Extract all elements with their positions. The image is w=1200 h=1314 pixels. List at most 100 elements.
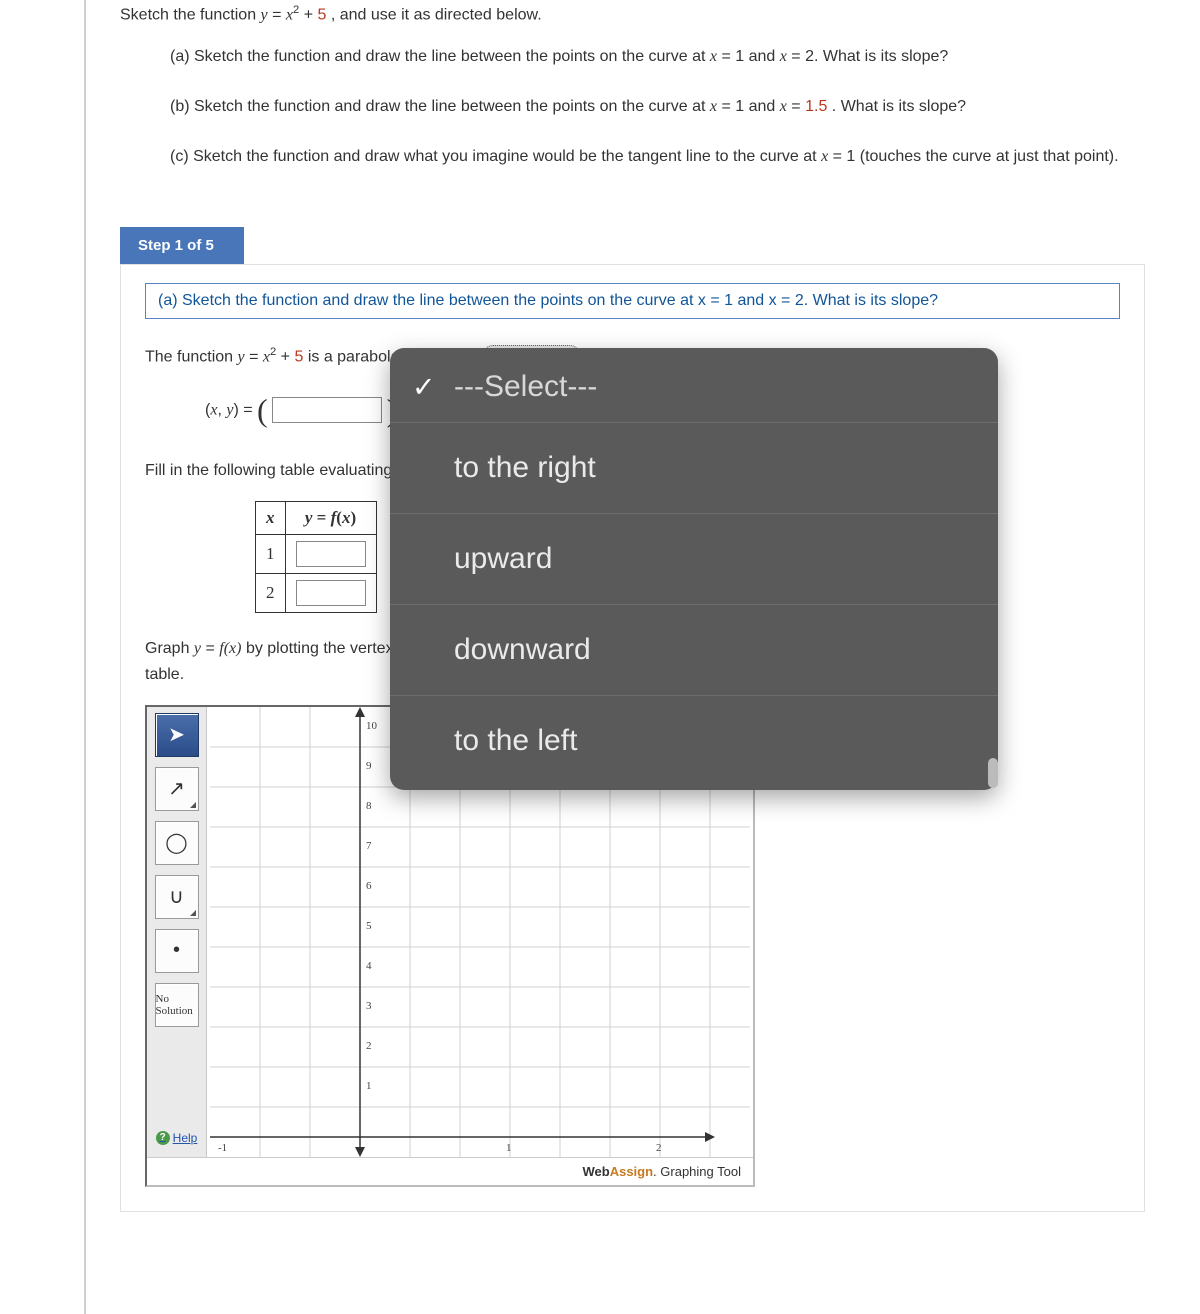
- no-solution-tool[interactable]: No Solution: [155, 983, 199, 1027]
- x-var: x: [286, 6, 293, 23]
- direction-dropdown[interactable]: ✓ ---Select--- to the right upward downw…: [390, 348, 998, 790]
- dropdown-scrollbar[interactable]: [988, 758, 998, 788]
- graph-line-suf: by plotting the vertex: [246, 640, 394, 657]
- submenu-icon: [190, 802, 196, 808]
- wa-assign: Assign: [610, 1164, 653, 1179]
- pointer-icon: ➤: [168, 722, 185, 747]
- y-var: y: [261, 6, 268, 23]
- exp-2: 2: [293, 4, 299, 16]
- plus: +: [304, 6, 318, 23]
- option-label: downward: [454, 633, 591, 666]
- option-label: ---Select---: [454, 370, 597, 403]
- x-var: x: [780, 48, 787, 65]
- part-a-box: (a) Sketch the function and draw the lin…: [145, 283, 1120, 319]
- eq-bm: = 1 and: [721, 98, 779, 115]
- xy-comma: ,: [217, 401, 226, 418]
- graph-line-eq: =: [205, 640, 219, 657]
- circle-tool[interactable]: ◯: [155, 821, 199, 865]
- parabola-icon: ∪: [169, 884, 184, 909]
- sentence-pre: The function: [145, 349, 238, 366]
- option-label: upward: [454, 542, 552, 575]
- th-x: x: [256, 501, 286, 534]
- td-x1: 1: [256, 534, 286, 573]
- vertical-rule: [84, 0, 86, 1314]
- fx1-input[interactable]: [296, 541, 366, 567]
- svg-text:3: 3: [366, 1000, 372, 1012]
- svg-text:8: 8: [366, 800, 372, 812]
- fill-line: Fill in the following table evaluating: [145, 462, 392, 479]
- dropdown-option-left[interactable]: to the left: [390, 695, 998, 786]
- table-row: 1: [256, 534, 377, 573]
- dropdown-option-upward[interactable]: upward: [390, 513, 998, 604]
- x-var: x: [710, 98, 717, 115]
- step-indicator: Step 1 of 5: [120, 227, 244, 264]
- x-var: x: [821, 148, 828, 165]
- intro-text: Sketch the function: [120, 6, 261, 23]
- wa-web: Web: [582, 1164, 609, 1179]
- problem-statement: Sketch the function y = x2 + 5 , and use…: [120, 0, 1145, 169]
- svg-text:6: 6: [366, 880, 372, 892]
- svg-text:10: 10: [366, 720, 378, 732]
- svg-text:5: 5: [366, 920, 372, 932]
- part-a-text: (a) Sketch the function and draw the lin…: [170, 48, 710, 65]
- const-5: 5: [294, 349, 303, 366]
- svg-text:4: 4: [366, 960, 372, 972]
- x-var: x: [263, 349, 270, 366]
- help-label: Help: [173, 1131, 198, 1145]
- eq-c: = 1 (touches the curve at just that poin…: [833, 148, 1119, 165]
- fx2-input[interactable]: [296, 580, 366, 606]
- point-icon: •: [173, 939, 180, 962]
- part-b-text: (b) Sketch the function and draw the lin…: [170, 98, 710, 115]
- sentence-eq: =: [249, 349, 263, 366]
- intro-suffix: , and use it as directed below.: [331, 6, 542, 23]
- fx-table: x y = f(x) 1 2: [255, 501, 377, 613]
- x-var: x: [780, 98, 787, 115]
- y-var: y: [238, 349, 245, 366]
- parabola-tool[interactable]: ∪: [155, 875, 199, 919]
- check-icon: ✓: [412, 371, 435, 404]
- help-link[interactable]: ? Help: [156, 1131, 198, 1145]
- fx: f(x): [219, 640, 241, 657]
- svg-text:2: 2: [656, 1142, 662, 1154]
- pointer-tool[interactable]: ➤: [155, 713, 199, 757]
- option-label: to the left: [454, 724, 577, 757]
- graph-footer: WebAssign. Graphing Tool: [147, 1157, 753, 1185]
- help-icon: ?: [156, 1131, 170, 1145]
- y-var: y: [194, 640, 201, 657]
- svg-text:1: 1: [366, 1080, 372, 1092]
- intro-eq: =: [272, 6, 286, 23]
- svg-text:-1: -1: [218, 1142, 227, 1154]
- svg-text:7: 7: [366, 840, 372, 852]
- table-row: 2: [256, 573, 377, 612]
- wa-tool: Graphing Tool: [657, 1164, 741, 1179]
- sentence-plus: +: [281, 349, 295, 366]
- eq-b-eq: =: [791, 98, 805, 115]
- line-icon: ↗: [168, 776, 185, 801]
- svg-text:1: 1: [506, 1142, 512, 1154]
- xy-close: ) =: [233, 401, 257, 418]
- svg-text:9: 9: [366, 760, 372, 772]
- circle-icon: ◯: [165, 830, 187, 855]
- part-c-text: (c) Sketch the function and draw what yo…: [170, 148, 821, 165]
- eq2a: = 2. What is its slope?: [791, 48, 948, 65]
- dropdown-option-downward[interactable]: downward: [390, 604, 998, 695]
- dropdown-option-select[interactable]: ✓ ---Select---: [390, 352, 998, 422]
- submenu-icon: [190, 910, 196, 916]
- point-tool[interactable]: •: [155, 929, 199, 973]
- left-paren: (: [257, 392, 268, 428]
- option-label: to the right: [454, 451, 596, 484]
- eq1: = 1 and: [721, 48, 779, 65]
- graph-line-pre: Graph: [145, 640, 194, 657]
- dropdown-option-right[interactable]: to the right: [390, 422, 998, 513]
- exp-2: 2: [270, 346, 276, 358]
- line-tool[interactable]: ↗: [155, 767, 199, 811]
- td-x2: 2: [256, 573, 286, 612]
- const-5: 5: [317, 6, 326, 23]
- svg-text:2: 2: [366, 1040, 372, 1052]
- th-fx: y = f(x): [285, 501, 376, 534]
- part-a-repeat: (a) Sketch the function and draw the lin…: [158, 292, 938, 309]
- val-1-5: 1.5: [805, 98, 827, 115]
- vertex-x-input[interactable]: [272, 397, 382, 423]
- x-var: x: [710, 48, 717, 65]
- eq-b-suf: . What is its slope?: [832, 98, 966, 115]
